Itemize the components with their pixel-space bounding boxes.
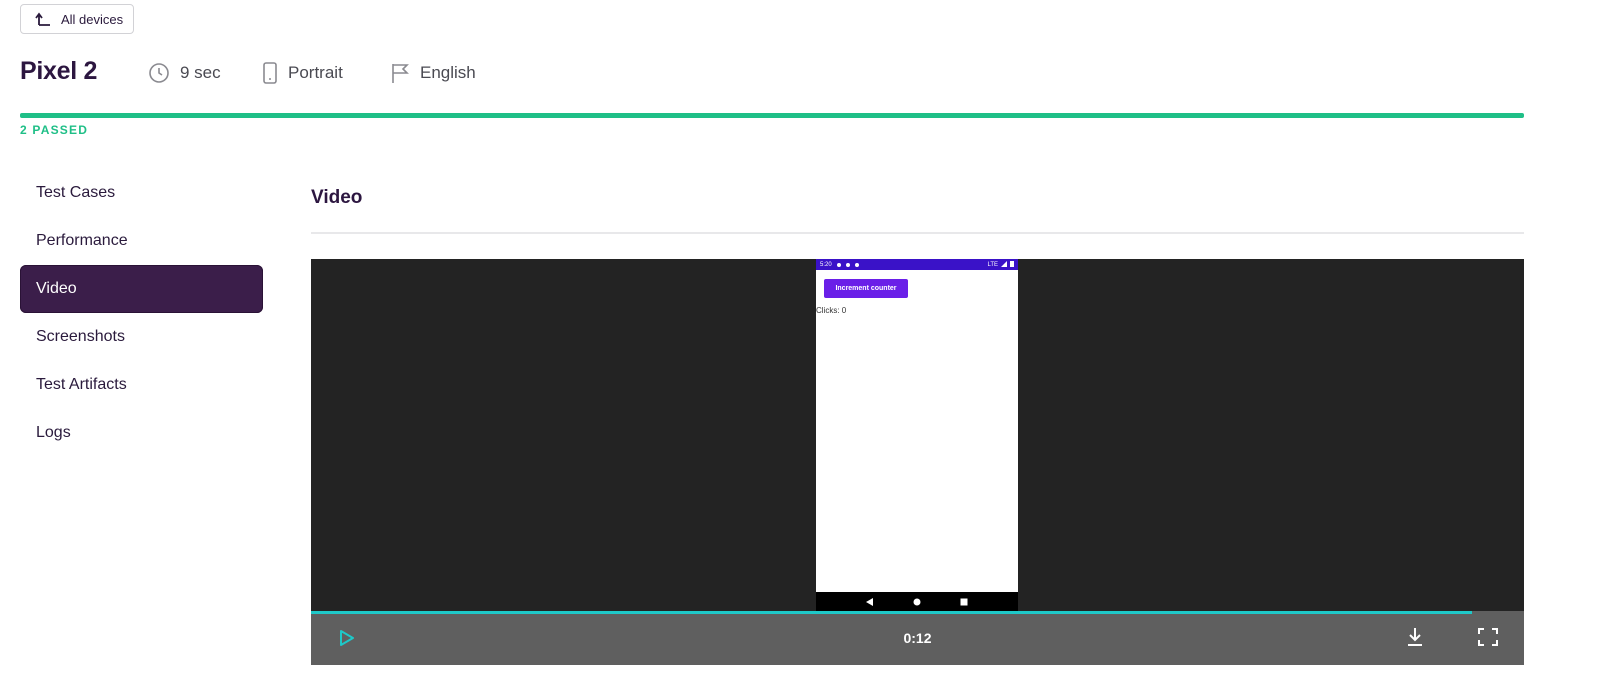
phone-screen-frame: 5:20 LTE Increment counter Clicks: 0	[816, 259, 1018, 612]
sidebar-item-label: Video	[36, 280, 77, 297]
duration-text: 9 sec	[180, 63, 221, 82]
sidebar-item-label: Logs	[36, 424, 71, 441]
sidebar-item-performance[interactable]: Performance	[20, 217, 263, 265]
section-divider	[311, 232, 1524, 234]
phone-icon	[262, 62, 278, 84]
settings-icon	[836, 262, 841, 267]
video-controls: 0:12	[311, 611, 1524, 665]
locale-text: English	[420, 63, 476, 82]
section-title: Video	[311, 187, 363, 208]
status-network: LTE	[987, 261, 998, 268]
increment-counter-button: Increment counter	[824, 279, 908, 298]
download-button[interactable]	[1406, 627, 1424, 652]
sidebar-item-label: Test Cases	[36, 184, 116, 201]
sim-icon	[845, 262, 850, 267]
sidebar-item-screenshots[interactable]: Screenshots	[20, 313, 263, 361]
locale-meta: English	[390, 62, 476, 84]
results-progress-fill	[20, 113, 1524, 118]
clock-icon	[148, 62, 170, 84]
video-timecode: 0:12	[903, 630, 932, 646]
battery-icon	[1010, 260, 1014, 269]
all-devices-label: All devices	[61, 11, 124, 27]
orientation-meta: Portrait	[262, 62, 343, 84]
notification-icon	[854, 262, 859, 267]
download-icon	[1406, 628, 1424, 651]
seek-bar-progress	[311, 611, 1472, 614]
orientation-text: Portrait	[288, 63, 343, 82]
flag-icon	[390, 62, 410, 84]
sidebar-item-label: Test Artifacts	[36, 376, 127, 393]
sidebar-item-label: Screenshots	[36, 328, 125, 345]
phone-nav-bar	[816, 592, 1018, 612]
sidebar-item-test-cases[interactable]: Test Cases	[20, 169, 263, 217]
signal-icon	[1001, 260, 1007, 269]
sidebar-item-test-artifacts[interactable]: Test Artifacts	[20, 361, 263, 409]
sidebar-item-logs[interactable]: Logs	[20, 409, 263, 457]
sidebar-item-label: Performance	[36, 232, 128, 249]
fullscreen-icon	[1478, 628, 1498, 650]
all-devices-button[interactable]: All devices	[20, 4, 134, 34]
clicks-text: Clicks: 0	[816, 306, 847, 315]
seek-bar[interactable]	[311, 611, 1524, 614]
device-title: Pixel 2	[20, 57, 98, 85]
back-triangle-icon	[865, 593, 874, 611]
video-player[interactable]: 5:20 LTE Increment counter Clicks: 0 0:1…	[311, 259, 1524, 665]
duration-meta: 9 sec	[148, 62, 221, 84]
arrow-up-left-icon	[35, 12, 51, 26]
home-circle-icon	[913, 593, 921, 611]
passed-count: 2 PASSED	[20, 123, 89, 137]
status-time: 5:20	[820, 261, 832, 268]
sidebar-nav: Test Cases Performance Video Screenshots…	[20, 169, 263, 457]
results-progress-bar	[20, 113, 1524, 118]
phone-status-bar: 5:20 LTE	[816, 259, 1018, 270]
sidebar-item-video[interactable]: Video	[20, 265, 263, 313]
recents-square-icon	[960, 593, 968, 611]
fullscreen-button[interactable]	[1478, 628, 1498, 651]
